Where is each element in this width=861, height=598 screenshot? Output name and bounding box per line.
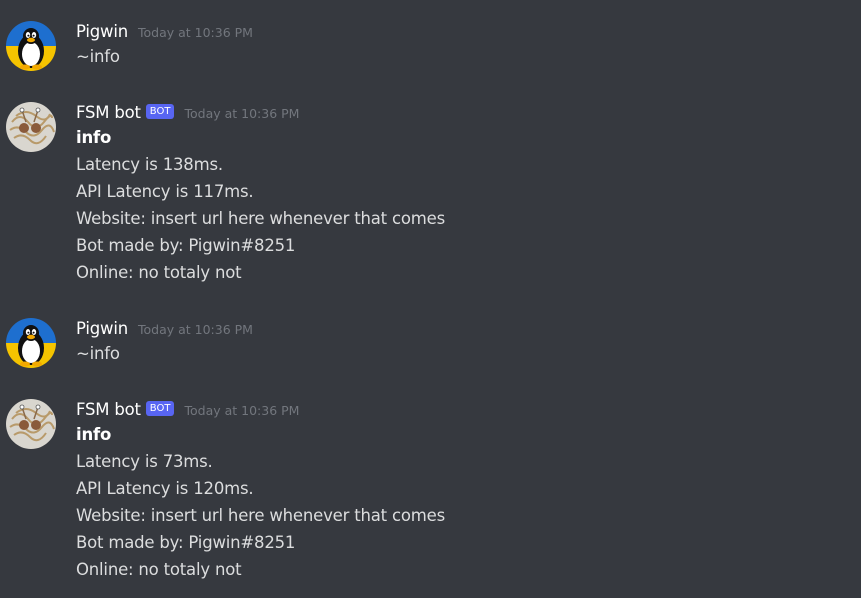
spaghetti-monster-avatar[interactable] [6, 102, 56, 152]
username[interactable]: FSM bot [76, 103, 141, 122]
message-line: Latency is 138ms. [76, 155, 223, 174]
message-text: ~info [76, 344, 120, 363]
message-line: Latency is 73ms. [76, 452, 213, 471]
penguin-avatar[interactable] [6, 21, 56, 71]
spaghetti-monster-icon [6, 399, 56, 449]
message-header: FSM bot BOT Today at 10:36 PM [76, 397, 299, 421]
message-header: Pigwin Today at 10:36 PM [76, 19, 253, 43]
penguin-icon [6, 318, 56, 368]
message-header: Pigwin Today at 10:36 PM [76, 316, 253, 340]
timestamp[interactable]: Today at 10:36 PM [138, 25, 253, 40]
bot-badge: BOT [145, 103, 175, 119]
spaghetti-monster-avatar[interactable] [6, 399, 56, 449]
penguin-icon [6, 21, 56, 71]
message-line: Online: no totaly not [76, 560, 242, 579]
message-content: info Latency is 138ms. API Latency is 11… [76, 124, 445, 286]
timestamp[interactable]: Today at 10:36 PM [184, 106, 299, 121]
message-content: info Latency is 73ms. API Latency is 120… [76, 421, 445, 583]
timestamp[interactable]: Today at 10:36 PM [138, 322, 253, 337]
message-line: Online: no totaly not [76, 263, 242, 282]
embed-title: info [76, 128, 112, 147]
message-line: API Latency is 117ms. [76, 182, 254, 201]
bot-badge: BOT [145, 400, 175, 416]
penguin-avatar[interactable] [6, 318, 56, 368]
message-line: Bot made by: Pigwin#8251 [76, 533, 296, 552]
chat-message-list: Pigwin Today at 10:36 PM ~info FSM bot B… [0, 0, 861, 598]
timestamp[interactable]: Today at 10:36 PM [184, 403, 299, 418]
username[interactable]: Pigwin [76, 319, 128, 338]
embed-title: info [76, 425, 112, 444]
username[interactable]: FSM bot [76, 400, 141, 419]
message-line: Website: insert url here whenever that c… [76, 209, 445, 228]
spaghetti-monster-icon [6, 102, 56, 152]
message-line: Website: insert url here whenever that c… [76, 506, 445, 525]
message-line: API Latency is 120ms. [76, 479, 254, 498]
message-header: FSM bot BOT Today at 10:36 PM [76, 100, 299, 124]
message-line: Bot made by: Pigwin#8251 [76, 236, 296, 255]
username[interactable]: Pigwin [76, 22, 128, 41]
message-content: ~info [76, 43, 120, 70]
message-content: ~info [76, 340, 120, 367]
message-text: ~info [76, 47, 120, 66]
